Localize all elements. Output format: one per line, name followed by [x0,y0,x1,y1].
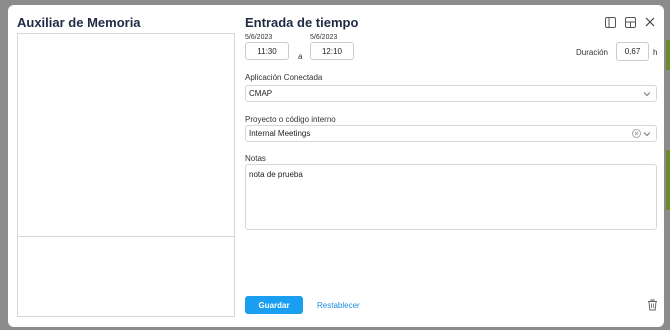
end-date-label: 5/6/2023 [310,34,338,41]
close-icon[interactable] [644,16,656,28]
background-accent [666,40,670,70]
start-time-input[interactable]: 11:30 [245,42,289,60]
background-accent [666,150,670,210]
modal-toolbar [604,16,656,28]
notes-label: Notas [245,154,266,163]
project-select[interactable]: Internal Meetings [245,125,657,142]
connected-app-label: Aplicación Conectada [245,73,323,82]
end-time-input[interactable]: 12:10 [310,42,354,60]
reset-link[interactable]: Restablecer [317,301,360,310]
start-date-label: 5/6/2023 [245,34,273,41]
connected-app-value: CMAP [249,89,273,98]
project-value: Internal Meetings [249,129,311,138]
memory-helper-panel [17,33,235,317]
duration-label: Duración [575,48,608,57]
duration-input[interactable]: 0,67 [616,42,649,61]
clear-icon[interactable] [632,129,641,138]
project-label: Proyecto o código interno [245,115,336,124]
chevron-down-icon [643,92,651,97]
notes-textarea[interactable]: nota de prueba [245,164,657,230]
memory-helper-title: Auxiliar de Memoria [17,15,141,30]
save-button[interactable]: Guardar [245,296,303,314]
memory-helper-divider [18,236,234,237]
time-entry-title: Entrada de tiempo [245,15,359,30]
time-entry-modal: Auxiliar de Memoria Entrada de tiempo 5/… [8,5,664,327]
duration-unit: h [653,48,658,57]
trash-icon[interactable] [647,299,658,311]
chevron-down-icon [643,132,651,137]
panel-left-icon[interactable] [604,16,616,28]
layout-icon[interactable] [624,16,636,28]
connected-app-select[interactable]: CMAP [245,85,657,102]
time-separator: a [298,52,303,61]
